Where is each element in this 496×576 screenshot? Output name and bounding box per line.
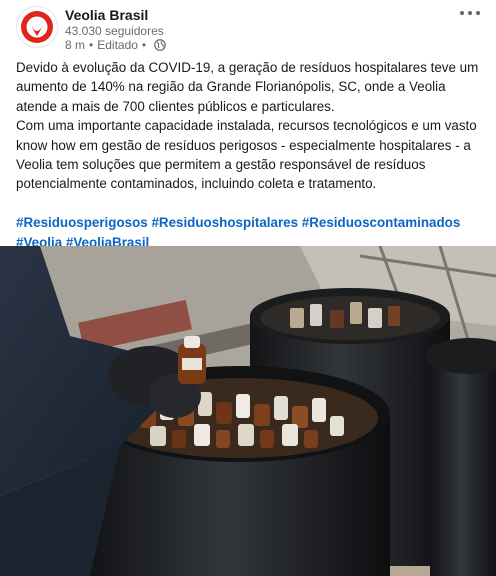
post-paragraph: Com uma importante capacidade instalada,… xyxy=(16,118,477,192)
hospital-waste-barrels-photo xyxy=(0,246,496,576)
veolia-logo-icon xyxy=(21,11,53,43)
post-image[interactable] xyxy=(0,246,496,576)
post-header: Veolia Brasil 43.030 seguidores 8 m • Ed… xyxy=(0,0,496,56)
separator-dot: • xyxy=(89,38,94,52)
company-logo[interactable] xyxy=(16,6,58,48)
edited-label: Editado xyxy=(97,38,138,52)
hashtag-link[interactable]: #Residuosperigosos xyxy=(16,215,148,230)
hashtag-link[interactable]: #Residuoscontaminados xyxy=(302,215,461,230)
follower-count: 43.030 seguidores xyxy=(65,24,164,38)
post-paragraph: Devido à evolução da COVID-19, a geração… xyxy=(16,60,479,114)
post-body: Devido à evolução da COVID-19, a geração… xyxy=(16,58,484,252)
post-meta: 8 m • Editado • xyxy=(65,38,166,52)
hashtag-link[interactable]: #Residuoshospitalares xyxy=(151,215,298,230)
ellipsis-icon xyxy=(460,11,480,15)
company-name[interactable]: Veolia Brasil xyxy=(65,7,148,23)
post-time: 8 m xyxy=(65,38,86,52)
more-options-button[interactable] xyxy=(458,4,482,22)
globe-icon xyxy=(154,39,166,51)
separator-dot: • xyxy=(141,38,147,52)
